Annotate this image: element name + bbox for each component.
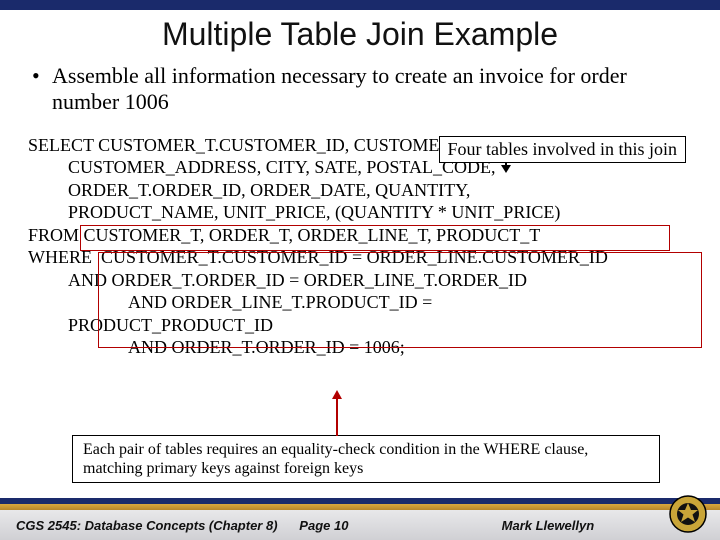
footer-course: CGS 2545: Database Concepts (Chapter 8): [16, 518, 299, 533]
bullet-text: Assemble all information necessary to cr…: [52, 63, 690, 116]
callout-bottom: Each pair of tables requires an equality…: [72, 435, 660, 483]
page-title: Multiple Table Join Example: [0, 16, 720, 53]
sql-line: AND ORDER_T.ORDER_ID = ORDER_LINE_T.ORDE…: [28, 269, 690, 292]
bullet-marker: •: [30, 63, 52, 116]
sql-line: ORDER_T.ORDER_ID, ORDER_DATE, QUANTITY,: [28, 179, 690, 202]
sql-line: FROM CUSTOMER_T, ORDER_T, ORDER_LINE_T, …: [28, 224, 690, 247]
sql-line: PRODUCT_NAME, UNIT_PRICE, (QUANTITY * UN…: [28, 201, 690, 224]
sql-line: WHERE CUSTOMER_T.CUSTOMER_ID = ORDER_LIN…: [28, 246, 690, 269]
arrow-bottom-up: [336, 398, 338, 436]
sql-line: AND ORDER_T.ORDER_ID = 1006;: [28, 336, 690, 359]
top-accent-bar: [0, 0, 720, 10]
callout-top: Four tables involved in this join: [439, 136, 687, 163]
sql-query: SELECT CUSTOMER_T.CUSTOMER_ID, CUSTOMER_…: [28, 134, 690, 359]
bullet-item: • Assemble all information necessary to …: [30, 63, 690, 116]
footer: CGS 2545: Database Concepts (Chapter 8) …: [0, 510, 720, 540]
sql-line: AND ORDER_LINE_T.PRODUCT_ID =: [28, 291, 690, 314]
footer-page: Page 10: [299, 518, 501, 533]
sql-line: PRODUCT_PRODUCT_ID: [28, 314, 690, 337]
ucf-logo-icon: [668, 494, 708, 534]
